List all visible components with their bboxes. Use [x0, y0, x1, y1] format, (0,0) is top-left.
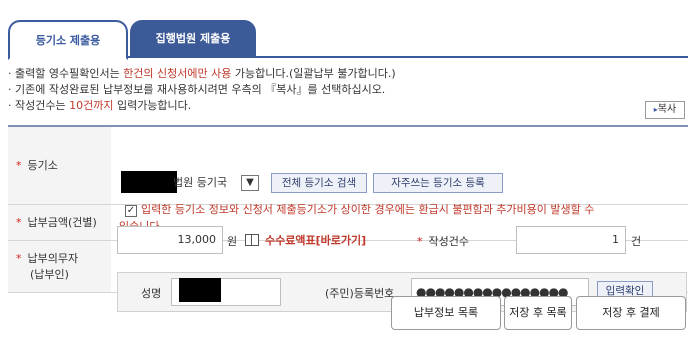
- book-icon: [245, 234, 259, 246]
- count-label: 작성건수: [428, 235, 469, 248]
- redacted-court-name: [121, 171, 177, 194]
- notice-line-1: · 출력할 영수필확인서는 한건의 신청서에만 사용 가능합니다.(일괄납부 불…: [8, 67, 396, 80]
- payer-label-cell: * 납부의무자 (납부인): [8, 240, 111, 293]
- warning-agree-checkbox[interactable]: ✓: [125, 205, 137, 218]
- amount-input[interactable]: 13,000: [117, 226, 223, 254]
- search-all-registry-button[interactable]: 전체 등기소 검색: [271, 173, 367, 194]
- required-icon: *: [417, 235, 423, 248]
- required-icon: *: [16, 159, 22, 173]
- register-frequent-registry-button[interactable]: 자주쓰는 등기소 등록: [373, 173, 503, 194]
- amount-unit: 원: [227, 235, 238, 248]
- fee-table-link[interactable]: 수수료액표[바로가기]: [265, 232, 366, 248]
- amount-label-cell: * 납부금액(건별): [8, 204, 111, 241]
- save-and-list-button[interactable]: 저장 후 목록: [504, 296, 572, 330]
- payment-list-button[interactable]: 납부정보 목록: [391, 296, 501, 330]
- required-icon: *: [16, 216, 22, 229]
- required-icon: *: [16, 252, 22, 265]
- count-unit: 건: [631, 235, 642, 248]
- registry-label-cell: * 등기소: [8, 126, 111, 205]
- registry-select[interactable]: ▼: [241, 175, 259, 192]
- notice-list: · 출력할 영수필확인서는 한건의 신청서에만 사용 가능합니다.(일괄납부 불…: [8, 66, 396, 114]
- notice-line-3: · 작성건수는 10건까지 입력가능합니다.: [8, 99, 192, 112]
- tab-bar: 등기소 제출용 집행법원 제출용: [8, 20, 688, 60]
- tab-registry-submission[interactable]: 등기소 제출용: [8, 20, 128, 60]
- payment-form: * 등기소 법원 등기국 ▼ 전체 등기소 검색 자주쓰는 등기소 등록 ✓ 입력…: [8, 125, 688, 312]
- count-input[interactable]: 1: [516, 226, 626, 254]
- redacted-name: [179, 278, 221, 302]
- tab-court-submission[interactable]: 집행법원 제출용: [130, 20, 256, 58]
- notice-line-2: · 기존에 작성완료된 납부정보를 재사용하시려면 우측의 『복사』를 선택하십…: [8, 83, 386, 96]
- name-label: 성명: [141, 287, 162, 300]
- court-suffix-text: 법원 등기국: [173, 176, 228, 190]
- save-and-pay-button[interactable]: 저장 후 결제: [576, 296, 686, 330]
- id-number-label: (주민)등록번호: [325, 287, 395, 300]
- chevron-down-icon: ▼: [246, 177, 254, 189]
- copy-button[interactable]: ▸복사: [645, 101, 685, 119]
